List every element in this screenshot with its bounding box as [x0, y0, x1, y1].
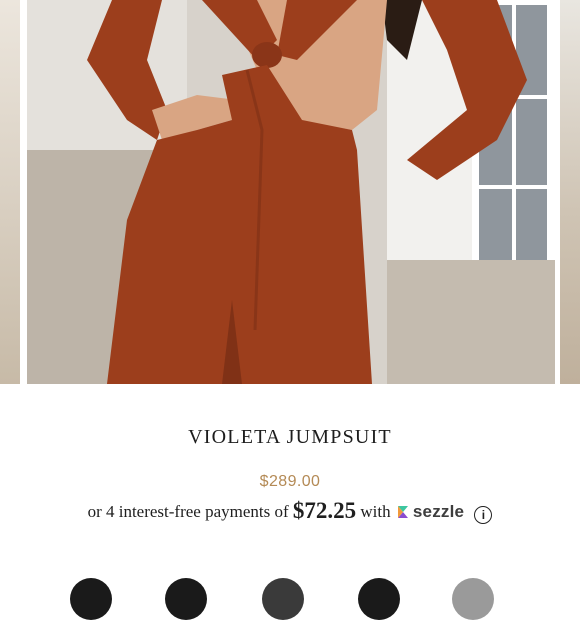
- sezzle-brand-text: sezzle: [412, 502, 465, 521]
- info-icon[interactable]: i: [474, 506, 493, 524]
- installment-suffix: with: [360, 502, 391, 521]
- product-price: $289.00: [259, 473, 321, 490]
- color-swatches: [0, 570, 580, 620]
- installment-prefix: or 4 interest-free payments of: [87, 502, 289, 521]
- sezzle-logo: sezzle: [395, 502, 464, 522]
- installment-amount: $72.25: [292, 498, 357, 523]
- color-swatch-5[interactable]: [452, 578, 494, 620]
- next-image-peek[interactable]: [560, 0, 580, 384]
- product-photo: [27, 0, 555, 384]
- product-main-image[interactable]: [27, 0, 555, 384]
- product-image-gallery[interactable]: [0, 0, 580, 384]
- previous-image-peek[interactable]: [0, 0, 20, 384]
- product-title: VIOLETA JUMPSUIT: [188, 426, 392, 448]
- sezzle-logo-icon: [397, 506, 408, 518]
- installment-offer: or 4 interest-free payments of $72.25 wi…: [0, 498, 580, 524]
- color-swatch-2[interactable]: [165, 578, 207, 620]
- color-swatch-3[interactable]: [262, 578, 304, 620]
- color-swatch-1[interactable]: [70, 578, 112, 620]
- color-swatch-4[interactable]: [358, 578, 400, 620]
